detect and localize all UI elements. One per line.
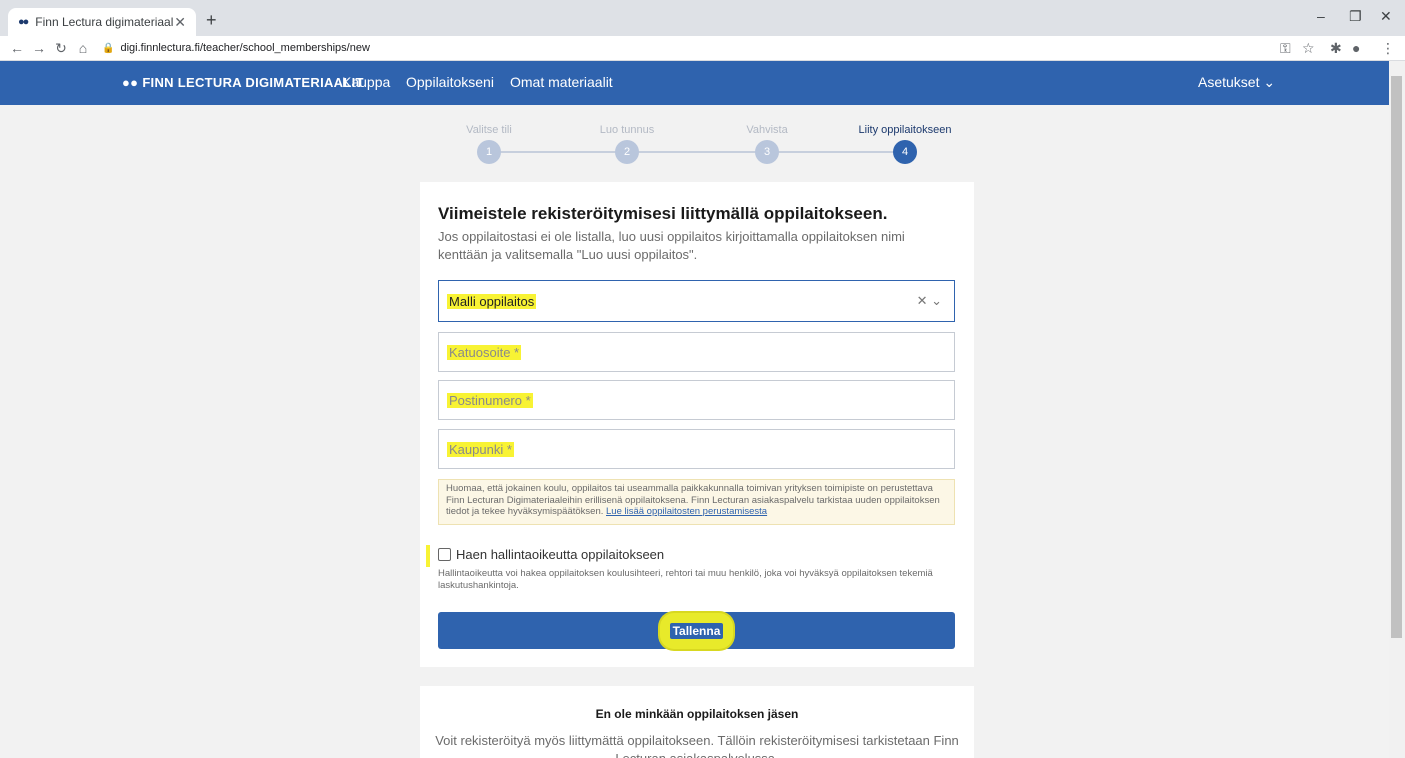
select-controls: ✕ ⌄ (917, 293, 942, 309)
brand-logo-icon: ●● (122, 75, 139, 90)
back-icon[interactable]: ← (6, 40, 28, 56)
step-label-3: Vahvista (746, 124, 788, 136)
forward-icon[interactable]: → (28, 40, 50, 56)
stepper-line (490, 151, 905, 153)
chevron-down-icon[interactable]: ⌄ (931, 293, 942, 308)
step-label-4: Liity oppilaitokseen (858, 124, 952, 136)
step-dot-2: 2 (615, 140, 639, 164)
admin-rights-checkbox[interactable] (438, 548, 451, 561)
city-field[interactable]: Kaupunki * (438, 429, 955, 469)
browser-tab-title: Finn Lectura digimateriaalit (35, 15, 175, 29)
no-school-card: En ole minkään oppilaitoksen jäsen Voit … (420, 686, 974, 758)
admin-rights-help: Hallintaoikeutta voi hakea oppilaitoksen… (438, 568, 933, 591)
reload-icon[interactable]: ↻ (50, 40, 72, 57)
profile-icon[interactable]: ● (1352, 40, 1360, 56)
save-button[interactable]: Tallenna (438, 612, 955, 649)
nav-kauppa[interactable]: Kauppa (342, 74, 390, 90)
school-notice: Huomaa, että jokainen koulu, oppilaitos … (438, 479, 955, 525)
step-dot-3: 3 (755, 140, 779, 164)
city-placeholder: Kaupunki * (447, 441, 514, 457)
tab-close-icon[interactable]: ✕ (174, 14, 186, 31)
scrollbar-thumb[interactable] (1391, 76, 1402, 638)
save-button-label: Tallenna (669, 622, 724, 639)
key-icon[interactable]: ⚿ (1280, 40, 1291, 57)
nav-omat-materiaalit[interactable]: Omat materiaalit (510, 74, 613, 90)
address-bar: ← → ↻ ⌂ 🔒 digi.finnlectura.fi/teacher/sc… (0, 36, 1405, 61)
new-tab-icon[interactable]: + (206, 10, 217, 31)
intro-text: Jos oppilaitostasi ei ole listalla, luo … (438, 229, 905, 262)
browser-tab-bar: ●● Finn Lectura digimateriaalit ✕ + – ❐ … (0, 0, 1405, 36)
browser-tab[interactable]: ●● Finn Lectura digimateriaalit ✕ (8, 8, 196, 36)
window-close-icon[interactable]: ✕ (1380, 8, 1392, 25)
school-select[interactable]: Malli oppilaitos ✕ ⌄ (438, 280, 955, 322)
brand-link[interactable]: ●● FINN LECTURA DIGIMATERIAALIT (122, 75, 364, 90)
join-school-card: Viimeistele rekisteröitymisesi liittymäl… (420, 182, 974, 667)
street-address-field[interactable]: Katuosoite * (438, 332, 955, 372)
settings-label: Asetukset (1198, 74, 1260, 90)
chevron-down-icon: ⌄ (1263, 74, 1276, 90)
lock-icon: 🔒 (102, 42, 115, 54)
settings-menu[interactable]: Asetukset ⌄ (1198, 74, 1275, 91)
step-label-2: Luo tunnus (599, 124, 655, 136)
nav-oppilaitokseni[interactable]: Oppilaitokseni (406, 74, 494, 90)
site-favicon-icon: ●● (18, 16, 29, 28)
highlight-marker (426, 545, 430, 567)
url-text: digi.finnlectura.fi/teacher/school_membe… (120, 42, 370, 54)
menu-dots-icon[interactable]: ⋮ (1381, 40, 1395, 57)
step-dot-1: 1 (477, 140, 501, 164)
step-label-1: Valitse tili (466, 124, 512, 136)
url-field[interactable]: 🔒 digi.finnlectura.fi/teacher/school_mem… (102, 42, 370, 54)
notice-link[interactable]: Lue lisää oppilaitosten perustamisesta (606, 506, 767, 517)
bookmark-star-icon[interactable]: ☆ (1302, 40, 1315, 57)
postal-code-placeholder: Postinumero * (447, 392, 533, 408)
postal-code-field[interactable]: Postinumero * (438, 380, 955, 420)
no-school-text: Voit rekisteröityä myös liittymättä oppi… (435, 733, 959, 758)
no-school-title: En ole minkään oppilaitoksen jäsen (595, 707, 799, 721)
school-select-value: Malli oppilaitos (447, 293, 537, 309)
brand-text: FINN LECTURA DIGIMATERIAALIT (142, 75, 364, 90)
admin-rights-label[interactable]: Haen hallintaoikeutta oppilaitokseen (456, 547, 664, 562)
minimize-icon[interactable]: – (1317, 8, 1325, 24)
clear-icon[interactable]: ✕ (917, 293, 928, 308)
extensions-icon[interactable]: ✱ (1330, 40, 1342, 57)
admin-rights-row[interactable]: Haen hallintaoikeutta oppilaitokseen (438, 547, 664, 562)
home-icon[interactable]: ⌂ (72, 40, 94, 56)
page-title: Viimeistele rekisteröitymisesi liittymäl… (438, 204, 888, 223)
restore-icon[interactable]: ❐ (1349, 8, 1362, 25)
step-dot-4: 4 (893, 140, 917, 164)
save-highlight: Tallenna (659, 612, 734, 649)
site-header: ●● FINN LECTURA DIGIMATERIAALIT Kauppa Op… (0, 61, 1389, 105)
street-address-placeholder: Katuosoite * (447, 344, 522, 360)
